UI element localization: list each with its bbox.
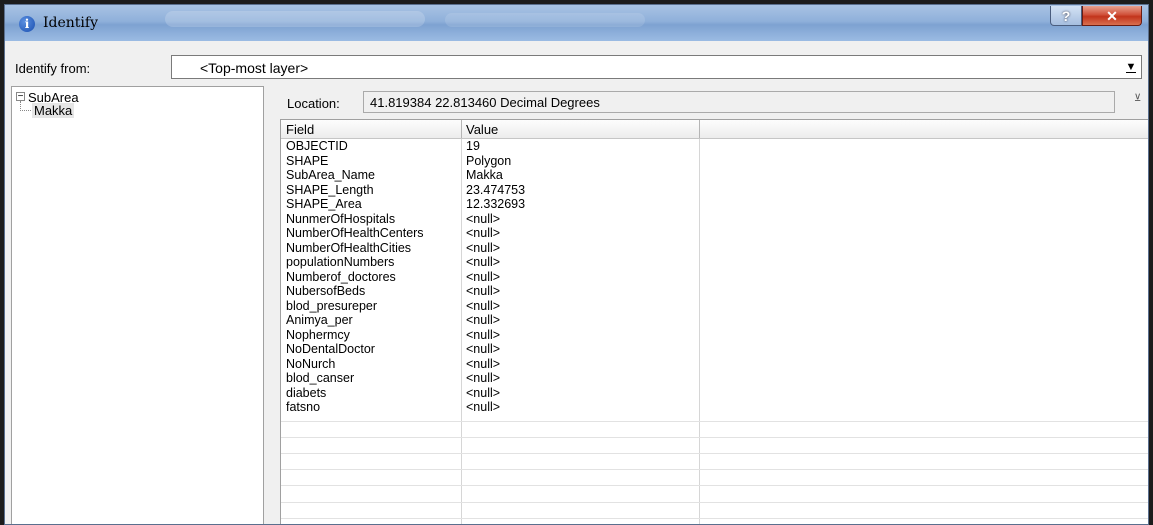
field-value: <null> [466,298,501,313]
row-gridline [281,501,1148,503]
table-row[interactable]: fatsno <null> [281,400,1148,415]
chevron-down-icon[interactable]: ▼ [1125,59,1137,75]
field-value: <null> [466,327,501,342]
grid-rows: OBJECTID 19 SHAPE Polygon SubArea_Name Makka S… [281,139,1148,415]
field-value: 23.474753 [466,182,526,197]
window-title: Identify [43,15,98,31]
grid-header: Field Value [281,120,1148,139]
identify-window: i Identify ? ✕ Identify from: <Top-most … [4,4,1149,525]
row-gridline [281,452,1148,454]
identify-from-value: <Top-most layer> [200,60,309,76]
field-name: NumberOfHealthCenters [286,226,424,240]
field-value: Makka [466,168,503,182]
title-bar[interactable]: i Identify ? ✕ [5,5,1148,41]
field-name: SHAPE [286,153,329,168]
location-label: Location: [287,96,340,111]
row-gridline [281,420,1148,422]
field-name: NumberOfHealthCities [286,240,412,255]
field-value: <null> [466,342,501,356]
column-divider[interactable] [699,120,700,138]
field-name: SHAPE_Length [286,182,374,197]
table-row[interactable]: Numberof_doctores <null> [281,269,1148,285]
field-value: <null> [466,211,501,226]
field-name: populationNumbers [286,255,395,269]
field-name: OBJECTID [286,139,348,153]
field-name: blod_canser [286,371,355,385]
field-value: 19 [466,139,480,153]
location-field: 41.819384 22.813460 Decimal Degrees [363,91,1115,113]
table-row[interactable]: NumberOfHealthCenters <null> [281,226,1148,241]
attribute-grid[interactable]: Field Value OBJECTID 19 SHAPE Polygon SubAre… [280,119,1148,524]
field-name: Animya_per [286,313,353,327]
field-name: blod_presureper [286,298,378,313]
table-row[interactable]: NumberOfHealthCities <null> [281,240,1148,256]
field-value: <null> [466,284,501,298]
table-row[interactable]: SHAPE_Area 12.332693 [281,197,1148,212]
field-name: SHAPE_Area [286,197,362,211]
field-value: <null> [466,371,501,385]
table-row[interactable]: diabets <null> [281,385,1148,401]
table-row[interactable]: NunmerOfHospitals <null> [281,211,1148,227]
field-value: <null> [466,385,501,400]
location-options-icon[interactable]: ⊻ [1134,93,1141,104]
location-value: 41.819384 22.813460 Decimal Degrees [370,95,600,110]
field-value: <null> [466,400,501,414]
table-row[interactable]: SHAPE_Length 23.474753 [281,182,1148,198]
field-name: fatsno [286,400,321,414]
field-value: <null> [466,269,501,284]
field-value: <null> [466,240,501,255]
column-header-field[interactable]: Field [286,122,314,137]
field-name: NoDentalDoctor [286,342,375,356]
identify-from-dropdown[interactable]: <Top-most layer> ▼ [171,55,1142,79]
row-gridline [281,517,1148,519]
feature-tree[interactable]: − SubArea Makka [11,86,264,524]
table-row[interactable]: blod_canser <null> [281,371,1148,386]
info-icon: i [19,16,35,32]
table-row[interactable]: SubArea_Name Makka [281,168,1148,183]
field-name: Numberof_doctores [286,269,396,284]
field-value: Polygon [466,153,512,168]
column-header-value[interactable]: Value [466,122,498,137]
tree-node-feature[interactable]: Makka [32,103,75,118]
table-row[interactable]: NoNurch <null> [281,356,1148,372]
field-name: diabets [286,385,327,400]
field-value: 12.332693 [466,197,526,211]
field-name: NunmerOfHospitals [286,211,396,226]
field-name: NubersofBeds [286,284,366,298]
field-name: SubArea_Name [286,168,375,182]
field-value: <null> [466,356,501,371]
table-row[interactable]: Animya_per <null> [281,313,1148,328]
field-value: <null> [466,255,501,269]
column-divider[interactable] [461,120,462,138]
title-bar-glass [165,11,425,27]
row-gridline [281,469,1148,471]
table-row[interactable]: populationNumbers <null> [281,255,1148,270]
table-row[interactable]: OBJECTID 19 [281,139,1148,154]
collapse-icon[interactable]: − [16,92,25,102]
table-row[interactable]: blod_presureper <null> [281,298,1148,314]
field-value: <null> [466,226,501,240]
identify-from-label: Identify from: [15,61,91,76]
title-bar-glass [445,13,645,27]
row-gridline [281,485,1148,487]
field-name: Nophermcy [286,327,350,342]
table-row[interactable]: NoDentalDoctor <null> [281,342,1148,357]
close-button[interactable]: ✕ [1082,6,1142,26]
row-gridline [281,436,1148,438]
table-row[interactable]: SHAPE Polygon [281,153,1148,169]
tree-connector [20,101,31,111]
table-row[interactable]: Nophermcy <null> [281,327,1148,343]
field-name: NoNurch [286,356,336,371]
field-value: <null> [466,313,501,327]
table-row[interactable]: NubersofBeds <null> [281,284,1148,299]
help-button[interactable]: ? [1050,6,1082,26]
